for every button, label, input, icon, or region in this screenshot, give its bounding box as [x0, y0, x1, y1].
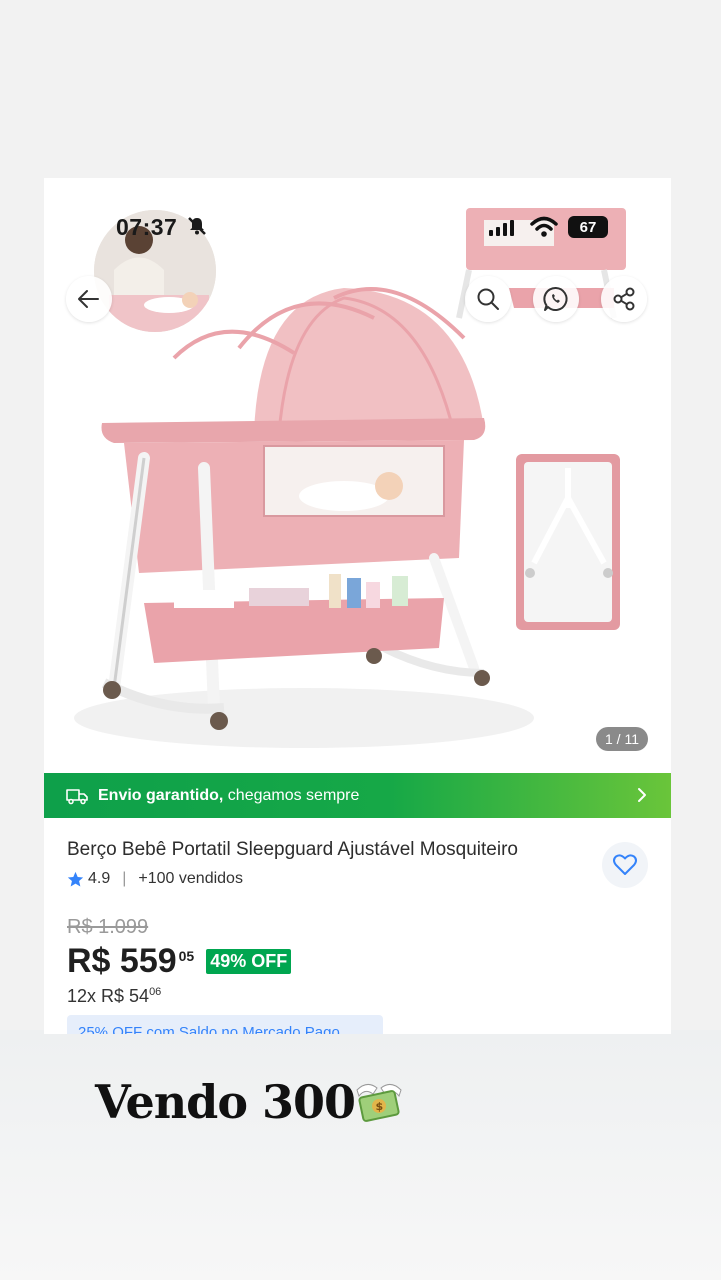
- installments-cents: 06: [149, 986, 162, 998]
- wifi-icon: [530, 216, 558, 237]
- signal-icon: [489, 220, 514, 236]
- rating-row[interactable]: 4.9 | +100 vendidos: [67, 870, 243, 888]
- whatsapp-share-button[interactable]: [533, 276, 579, 322]
- story-caption: Vendo 300: [95, 1075, 356, 1129]
- search-icon: [477, 288, 499, 310]
- image-counter: 1 / 11: [596, 727, 648, 751]
- current-price: R$ 559: [67, 942, 177, 980]
- original-price: R$ 1.099: [67, 916, 149, 938]
- background-bottom: [0, 1030, 721, 1280]
- svg-text:$: $: [376, 1100, 384, 1113]
- product-image-gallery[interactable]: 07:37 67 1 / 11: [44, 178, 671, 773]
- shipping-text: chegamos sempre: [223, 786, 360, 804]
- current-price-cents: 05: [178, 948, 195, 964]
- favorite-button[interactable]: [602, 842, 648, 888]
- status-time: 07:37: [116, 214, 178, 240]
- truck-icon: [66, 788, 88, 804]
- star-icon: [67, 871, 84, 886]
- discount-badge: 49% OFF: [206, 949, 292, 974]
- heart-icon: [613, 854, 637, 875]
- shipping-bold-text: Envio garantido,: [98, 786, 224, 804]
- installments: 12x R$ 5406: [67, 986, 161, 1007]
- rating-separator: |: [122, 870, 127, 887]
- share-button[interactable]: [601, 276, 647, 322]
- product-screenshot: 07:37 67 1 / 11 Envio garantido, chegamo…: [44, 178, 671, 1034]
- back-button[interactable]: [66, 276, 112, 322]
- silent-bell-icon: [188, 217, 206, 235]
- sold-count: +100 vendidos: [138, 870, 243, 887]
- product-title: Berço Bebê Portatil Sleepguard Ajustável…: [67, 839, 518, 860]
- promo-badge[interactable]: 25% OFF com Saldo no Mercado Pago: [67, 1015, 383, 1034]
- money-with-wings-icon: $: [356, 1084, 402, 1122]
- installments-value: 12x R$ 54: [67, 986, 150, 1006]
- price-row: R$ 559 05 49% OFF: [67, 942, 292, 981]
- whatsapp-icon: [543, 287, 568, 311]
- share-icon: [613, 287, 635, 311]
- battery-indicator: 67: [568, 216, 608, 238]
- arrow-left-icon: [78, 290, 99, 308]
- rating-value: 4.9: [88, 870, 111, 887]
- chevron-right-icon: [638, 788, 646, 802]
- search-button[interactable]: [465, 276, 511, 322]
- shipping-guarantee-banner[interactable]: Envio garantido, chegamos sempre: [44, 773, 671, 818]
